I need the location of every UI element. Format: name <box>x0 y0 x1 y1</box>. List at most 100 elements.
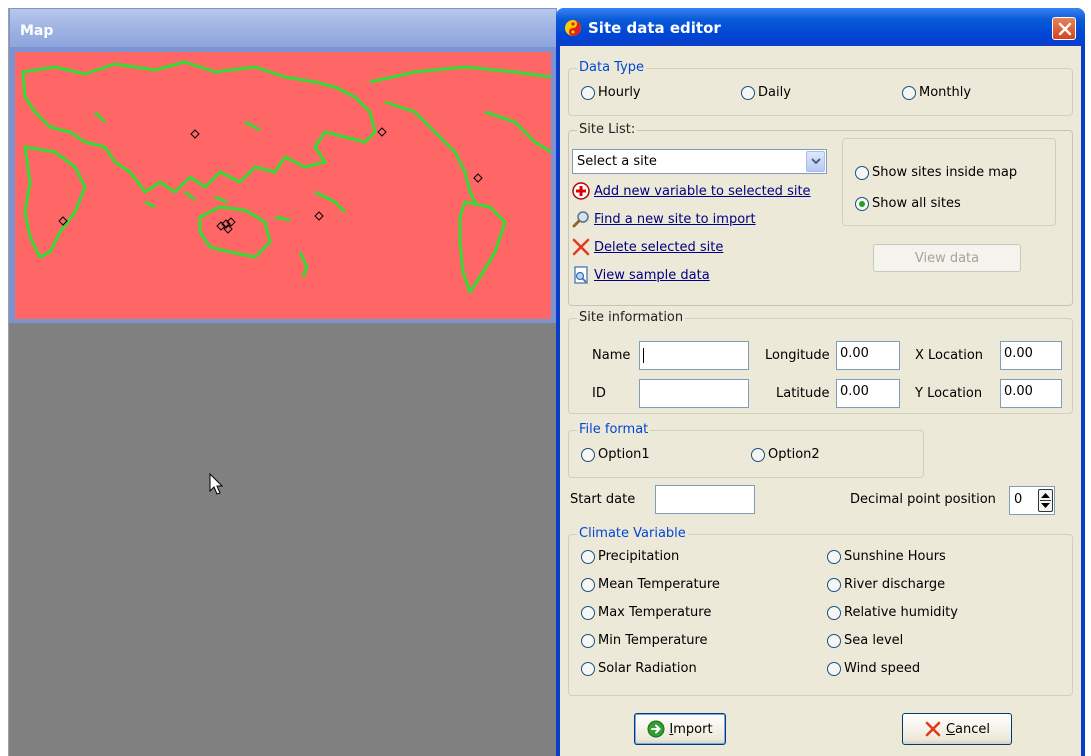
radio-sunshine-hours[interactable]: Sunshine Hours <box>827 549 946 564</box>
close-button[interactable] <box>1052 17 1076 40</box>
radio-label: Relative humidity <box>844 605 958 620</box>
map-title: Map <box>20 23 54 39</box>
world-map-coastlines <box>21 60 551 294</box>
id-label: ID <box>592 386 606 401</box>
cancel-x-icon <box>925 721 941 737</box>
document-preview-icon <box>574 266 588 284</box>
radio-option2[interactable]: Option2 <box>751 447 820 462</box>
radio-label: Solar Radiation <box>598 661 697 676</box>
radio-circle[interactable] <box>741 85 755 100</box>
world-map[interactable] <box>15 52 551 319</box>
radio-circle[interactable] <box>581 661 595 676</box>
x-location-field[interactable]: 0.00 <box>1000 341 1062 370</box>
radio-label: Hourly <box>598 85 641 100</box>
y-location-label: Y Location <box>915 386 983 401</box>
delete-site-link[interactable]: Delete selected site <box>594 240 723 255</box>
south-america-coast <box>458 200 507 294</box>
spin-buttons[interactable] <box>1038 489 1053 512</box>
site-list-label: Site List: <box>577 122 638 137</box>
start-date-field[interactable] <box>655 485 755 514</box>
climate-variable-label: Climate Variable <box>577 526 688 541</box>
radio-label: Option2 <box>768 447 820 462</box>
radio-solar-radiation[interactable]: Solar Radiation <box>581 661 697 676</box>
radio-show-all-sites[interactable]: Show all sites <box>855 196 961 211</box>
africa-coast <box>23 145 87 259</box>
site-select[interactable]: Select a site <box>572 149 827 174</box>
radio-label: Wind speed <box>844 661 921 676</box>
view-sample-action[interactable]: View sample data <box>572 266 710 284</box>
site-marker <box>377 127 387 137</box>
dialog-body: Data Type Hourly Daily Monthly Site List… <box>560 46 1081 756</box>
radio-circle[interactable] <box>827 577 841 592</box>
radio-mean-temperature[interactable]: Mean Temperature <box>581 577 720 592</box>
radio-sea-level[interactable]: Sea level <box>827 633 903 648</box>
add-variable-action[interactable]: Add new variable to selected site <box>572 182 811 200</box>
decimal-point-spinner[interactable]: 0 <box>1009 486 1055 515</box>
id-field[interactable] <box>639 379 749 408</box>
radio-circle[interactable] <box>581 577 595 592</box>
radio-label: Show all sites <box>872 196 961 211</box>
x-location-value: 0.00 <box>1004 346 1033 361</box>
find-site-action[interactable]: Find a new site to import <box>572 210 756 228</box>
radio-label: Sea level <box>844 633 904 648</box>
radio-label: Min Temperature <box>598 633 708 648</box>
radio-circle[interactable] <box>827 661 841 676</box>
cancel-button[interactable]: Cancel <box>902 713 1012 745</box>
site-information-label: Site information <box>577 310 686 325</box>
radio-label: Show sites inside map <box>872 165 1018 180</box>
radio-circle[interactable] <box>581 605 595 620</box>
dialog-title: Site data editor <box>588 19 721 37</box>
radio-circle[interactable] <box>902 85 916 100</box>
delete-site-action[interactable]: Delete selected site <box>572 238 723 256</box>
radio-label: Max Temperature <box>598 605 712 620</box>
arrow-right-icon <box>647 720 665 738</box>
radio-wind-speed[interactable]: Wind speed <box>827 661 920 676</box>
text-caret <box>643 348 644 363</box>
view-data-button[interactable]: View data <box>873 244 1021 272</box>
radio-max-temperature[interactable]: Max Temperature <box>581 605 711 620</box>
radio-daily[interactable]: Daily <box>741 85 791 100</box>
name-field[interactable] <box>639 341 749 370</box>
radio-circle[interactable] <box>581 549 595 564</box>
y-location-field[interactable]: 0.00 <box>1000 379 1062 408</box>
add-variable-link[interactable]: Add new variable to selected site <box>594 184 811 199</box>
site-marker <box>190 129 200 139</box>
map-window: Map <box>8 8 557 756</box>
newzealand-coast <box>298 251 309 278</box>
radio-label: Precipitation <box>598 549 680 564</box>
radio-circle[interactable] <box>827 605 841 620</box>
longitude-value: 0.00 <box>840 346 869 361</box>
dropdown-button[interactable] <box>806 151 825 172</box>
radio-relative-humidity[interactable]: Relative humidity <box>827 605 958 620</box>
latitude-field[interactable]: 0.00 <box>836 379 900 408</box>
radio-monthly[interactable]: Monthly <box>902 85 971 100</box>
radio-circle[interactable] <box>581 447 595 462</box>
radio-hourly[interactable]: Hourly <box>581 85 641 100</box>
view-data-label: View data <box>914 250 980 266</box>
map-titlebar[interactable]: Map <box>9 8 557 48</box>
radio-show-inside-map[interactable]: Show sites inside map <box>855 165 1017 180</box>
import-label: mport <box>673 721 713 737</box>
north-america-coast <box>369 65 551 203</box>
radio-circle-selected[interactable] <box>855 196 869 211</box>
radio-precipitation[interactable]: Precipitation <box>581 549 679 564</box>
import-button[interactable]: Import <box>634 713 726 745</box>
view-sample-link[interactable]: View sample data <box>594 268 710 283</box>
radio-label: Option1 <box>598 447 650 462</box>
find-site-link[interactable]: Find a new site to import <box>594 212 756 227</box>
radio-river-discharge[interactable]: River discharge <box>827 577 945 592</box>
radio-min-temperature[interactable]: Min Temperature <box>581 633 708 648</box>
close-icon <box>1058 22 1072 36</box>
radio-option1[interactable]: Option1 <box>581 447 650 462</box>
radio-circle[interactable] <box>827 549 841 564</box>
radio-circle[interactable] <box>827 633 841 648</box>
radio-circle[interactable] <box>581 633 595 648</box>
radio-circle[interactable] <box>855 165 869 180</box>
longitude-field[interactable]: 0.00 <box>836 341 900 370</box>
radio-circle[interactable] <box>751 447 765 462</box>
radio-circle[interactable] <box>581 85 595 100</box>
x-location-label: X Location <box>915 348 984 363</box>
map-frame <box>9 48 557 323</box>
mouse-cursor-icon <box>209 473 224 495</box>
dialog-titlebar[interactable]: Site data editor <box>556 8 1085 46</box>
